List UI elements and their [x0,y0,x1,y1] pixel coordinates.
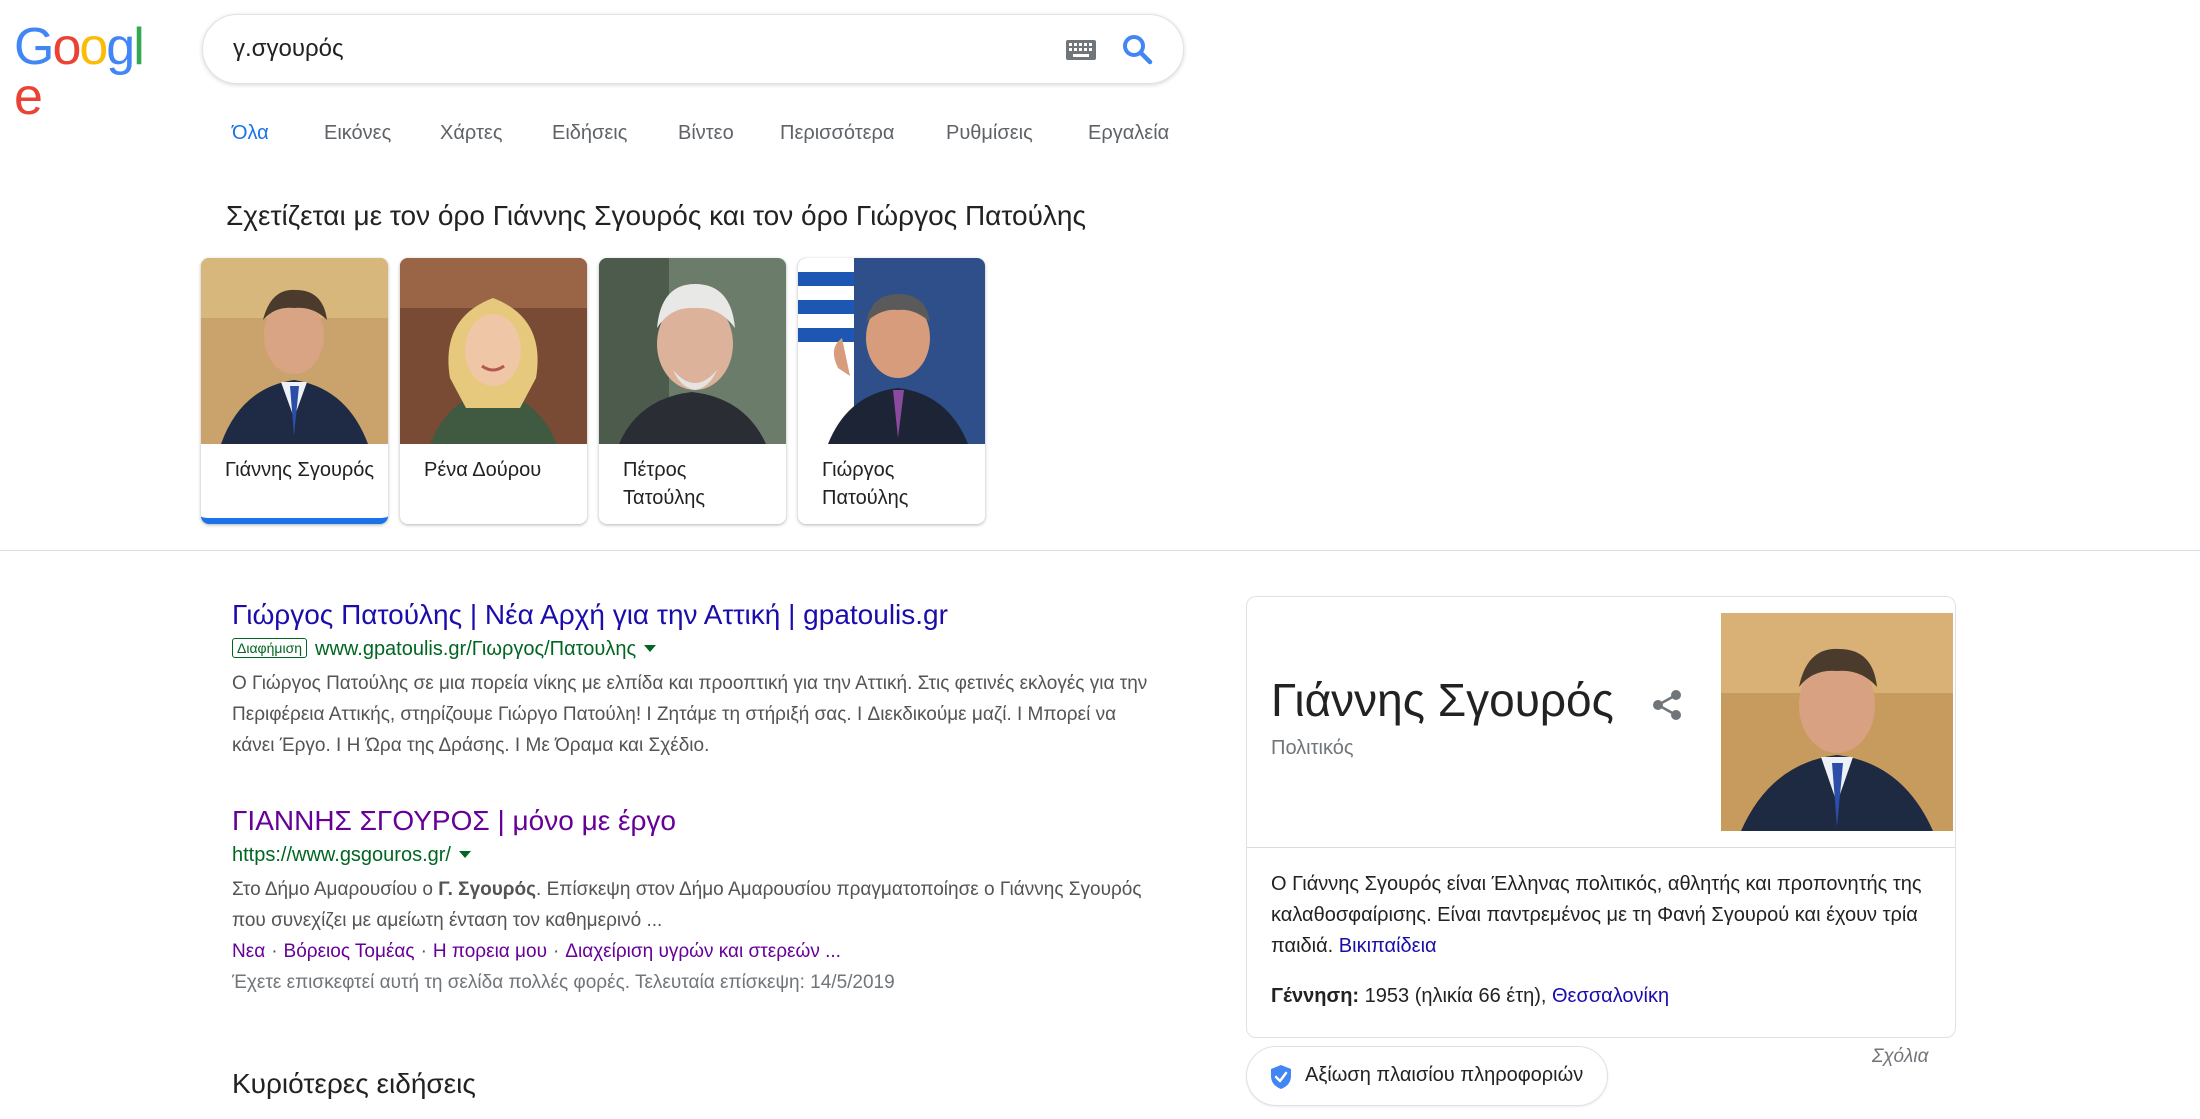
sitelink[interactable]: Νεα [232,941,265,962]
entity-name: Ρένα Δούρου [424,459,542,481]
tab-all[interactable]: Όλα [232,122,269,145]
rate-panel-button[interactable]: Αξίωση πλαισίου πληροφοριών [1246,1046,1608,1106]
result-snippet: Ο Γιώργος Πατούλης σε μια πορεία νίκης μ… [232,673,1148,756]
tab-videos[interactable]: Βίντεο [678,122,734,145]
tab-tools[interactable]: Εργαλεία [1088,122,1169,145]
snippet-text: Στο Δήμο Αμαρουσίου ο [232,879,439,900]
entity-photo [599,258,786,444]
tab-maps[interactable]: Χάρτες [440,122,502,145]
logo-letter: o [52,18,81,76]
kp-birth-label: Γέννηση: [1271,985,1360,1007]
tab-news[interactable]: Ειδήσεις [552,122,627,145]
entity-photo [798,258,985,444]
sitelink[interactable]: Διαχείριση υγρών και στερεών ... [565,941,841,962]
logo-letter: G [14,18,54,76]
sitelinks: Νεα · Βόρειος Τομέας · Η πορεια μου · Διαχείρι… [232,936,1162,967]
separator: · [420,941,427,962]
tab-settings[interactable]: Ρυθμίσεις [946,122,1033,145]
rate-panel-label: Αξίωση πλαισίου πληροφοριών [1305,1064,1584,1086]
kp-title: Γιάννης Σγουρός [1271,674,1614,726]
birthplace-link[interactable]: Θεσσαλονίκη [1552,985,1669,1007]
entity-photo [400,258,587,444]
entity-name: Γιάννης Σγουρός [225,459,375,481]
google-logo[interactable]: Googl e [14,18,159,123]
tab-more[interactable]: Περισσότερα [780,122,894,145]
entity-card-rena-dourou[interactable]: Ρένα Δούρου [400,258,587,524]
kp-divider [1247,847,1955,848]
entity-card-giannis-sgouros[interactable]: Γιάννης Σγουρός [201,258,388,524]
kp-description: Ο Γιάννης Σγουρός είναι Έλληνας πολιτικό… [1271,869,1941,962]
logo-letter: l [133,18,144,76]
separator: · [271,941,278,962]
search-result-ad: Γιώργος Πατούλης | Νέα Αρχή για την Αττι… [232,598,1162,761]
kp-subtitle: Πολιτικός [1271,737,1354,759]
entity-name: Γιώργος Πατούλης [822,459,909,509]
entity-photo [201,258,388,444]
result-url-text[interactable]: https://www.gsgouros.gr/ [232,844,451,866]
top-news-heading: Κυριότερες ειδήσεις [232,1068,476,1099]
result-url-text[interactable]: www.gpatoulis.gr/Γιωργος/Πατουλης [315,638,636,660]
kp-birth-value: 1953 (ηλικία 66 έτη), [1364,985,1547,1007]
logo-letter: o [79,18,108,76]
search-result: ΓΙΑΝΝΗΣ ΣΓΟΥΡΟΣ | μόνο με έργο https://w… [232,804,1162,998]
search-icon[interactable] [1119,31,1155,67]
share-icon[interactable] [1649,687,1685,723]
kp-birth: Γέννηση: 1953 (ηλικία 66 έτη), Θεσσαλονί… [1271,985,1669,1008]
visited-note: Έχετε επισκεφτεί αυτή τη σελίδα πολλές φ… [232,972,895,993]
logo-letter: g [106,18,135,76]
feedback-link[interactable]: Σχόλια [1872,1046,1928,1068]
search-input[interactable] [233,33,1033,65]
logo-letter: e [14,68,43,126]
sitelink[interactable]: Η πορεια μου [433,941,547,962]
entity-name: Πέτρος Τατούλης [623,459,706,509]
result-snippet: Στο Δήμο Αμαρουσίου ο Γ. Σγουρός. Επίσκε… [232,874,1162,936]
knowledge-panel: Γιάννης Σγουρός Πολιτικός Ο Γιάννης Σγου… [1246,596,1956,1038]
dropdown-arrow-icon[interactable] [458,851,471,858]
result-title-link[interactable]: ΓΙΑΝΝΗΣ ΣΓΟΥΡΟΣ | μόνο με έργο [232,804,1162,838]
kp-photo[interactable] [1721,613,1953,831]
result-url: https://www.gsgouros.gr/ [232,842,1162,868]
result-title-link[interactable]: Γιώργος Πατούλης | Νέα Αρχή για την Αττι… [232,598,1162,632]
entity-card-petros-tatoulis[interactable]: Πέτρος Τατούλης [599,258,786,524]
wikipedia-link[interactable]: Βικιπαίδεια [1339,935,1437,957]
sitelink[interactable]: Βόρειος Τομέας [284,941,415,962]
related-heading: Σχετίζεται με τον όρο Γιάννης Σγουρός κα… [226,200,1086,231]
search-box[interactable] [202,14,1184,84]
dropdown-arrow-icon[interactable] [644,645,657,652]
section-divider [0,550,2200,551]
tab-images[interactable]: Εικόνες [324,122,391,145]
separator: · [552,941,560,962]
shield-check-icon [1271,1065,1291,1089]
keyboard-icon[interactable] [1065,39,1097,61]
ad-badge: Διαφήμιση [232,638,308,658]
snippet-highlight: Γ. Σγουρός [438,879,537,900]
result-url: Διαφήμιση www.gpatoulis.gr/Γιωργος/Πατουλ… [232,636,1162,662]
entity-card-giorgos-patoulis[interactable]: Γιώργος Πατούλης [798,258,985,524]
